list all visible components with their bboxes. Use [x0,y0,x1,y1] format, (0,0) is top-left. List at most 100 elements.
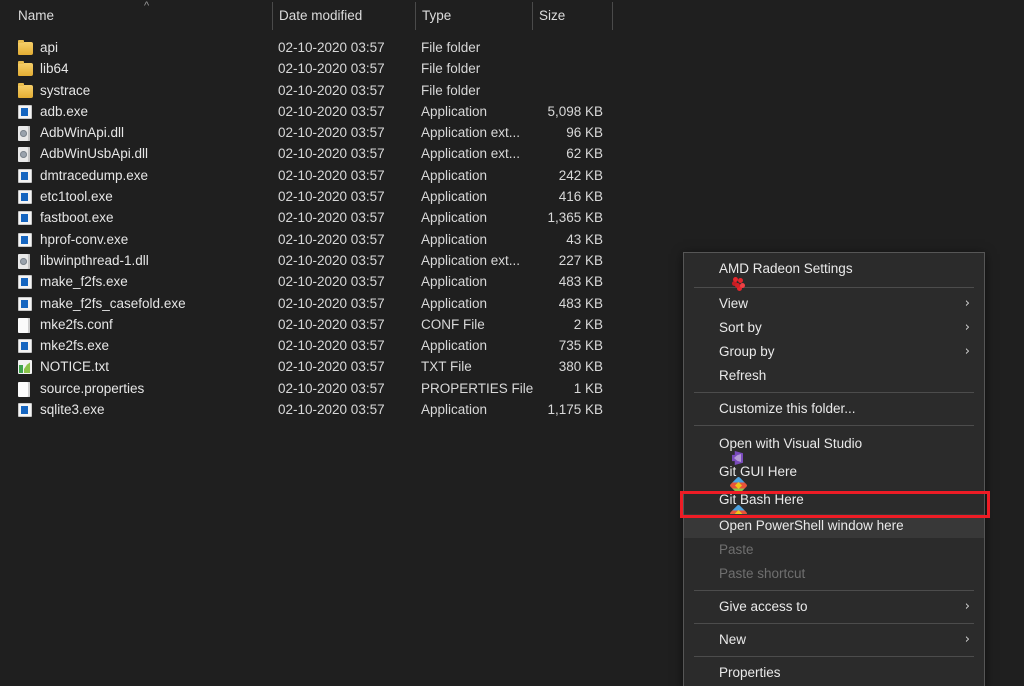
file-row[interactable]: systrace 02-10-2020 03:57 File folder [0,81,660,102]
menu-item-view[interactable]: View › [684,292,984,316]
dll-icon [18,147,33,163]
file-size: 2 KB [573,316,603,332]
column-header-type[interactable]: Type [422,8,451,23]
file-name: hprof-conv.exe [40,231,129,247]
file-date-modified: 02-10-2020 03:57 [278,189,385,205]
file-row[interactable]: hprof-conv.exe 02-10-2020 03:57 Applicatio… [0,230,660,251]
file-date-modified: 02-10-2020 03:57 [278,402,385,418]
file-name: etc1tool.exe [40,189,113,205]
file-row[interactable]: mke2fs.exe 02-10-2020 03:57 Application 735… [0,336,660,357]
menu-item-new[interactable]: New › [684,628,984,652]
file-size: 5,098 KB [547,103,603,119]
file-name: AdbWinUsbApi.dll [40,146,149,162]
menu-item-open-with-visual-studio[interactable]: Open with Visual Studio [684,430,984,458]
file-list: api 02-10-2020 03:57 File folder lib64 02-10… [0,38,660,421]
file-name: lib64 [40,61,69,77]
menu-item-properties[interactable]: Properties [684,661,984,685]
file-row[interactable]: fastboot.exe 02-10-2020 03:57 Application 1… [0,208,660,229]
menu-item-label: Open with Visual Studio [719,436,863,451]
menu-item-label: Give access to [719,599,808,614]
file-type: Application [421,338,488,354]
file-row[interactable]: libwinpthread-1.dll 02-10-2020 03:57 Appli… [0,251,660,272]
file-type: File folder [421,61,481,77]
menu-separator [694,590,974,591]
file-row[interactable]: source.properties 02-10-2020 03:57 PROPERT… [0,379,660,400]
file-date-modified: 02-10-2020 03:57 [278,252,385,268]
application-icon [18,403,33,418]
file-date-modified: 02-10-2020 03:57 [278,61,385,77]
column-divider[interactable] [415,2,416,30]
file-date-modified: 02-10-2020 03:57 [278,103,385,119]
file-row[interactable]: make_f2fs_casefold.exe 02-10-2020 03:57 Ap… [0,294,660,315]
file-name: make_f2fs.exe [40,274,128,290]
file-date-modified: 02-10-2020 03:57 [278,146,385,162]
application-icon [18,232,33,248]
file-date-modified: 02-10-2020 03:57 [278,125,385,141]
menu-item-group-by[interactable]: Group by › [684,340,984,364]
file-row[interactable]: adb.exe 02-10-2020 03:57 Application 5,098 … [0,102,660,123]
application-icon [18,104,33,120]
file-row[interactable]: api 02-10-2020 03:57 File folder [0,38,660,59]
file-row[interactable]: make_f2fs.exe 02-10-2020 03:57 Application… [0,272,660,293]
menu-item-label: New [719,632,747,647]
file-name: NOTICE.txt [40,359,110,375]
menu-item-label: Properties [719,665,781,680]
menu-item-sort-by[interactable]: Sort by › [684,316,984,340]
file-row[interactable]: NOTICE.txt 02-10-2020 03:57 TXT File 380 KB [0,357,660,378]
file-row[interactable]: etc1tool.exe 02-10-2020 03:57 Application 4… [0,187,660,208]
menu-item-paste-shortcut: Paste shortcut [684,562,984,586]
column-header-bar: ^ Name Date modified Type Size [0,0,1024,32]
file-name: fastboot.exe [40,210,114,226]
file-type: Application [421,189,488,205]
file-name: systrace [40,82,91,98]
column-header-name[interactable]: Name [18,8,54,23]
menu-item-refresh[interactable]: Refresh [684,364,984,388]
file-type: CONF File [421,316,485,332]
menu-item-label: Open PowerShell window here [719,518,904,533]
file-row[interactable]: AdbWinApi.dll 02-10-2020 03:57 Application… [0,123,660,144]
menu-item-git-bash-here[interactable]: Git Bash Here [684,486,984,514]
file-row[interactable]: dmtracedump.exe 02-10-2020 03:57 Applicati… [0,166,660,187]
menu-item-paste: Paste [684,538,984,562]
file-row[interactable]: sqlite3.exe 02-10-2020 03:57 Application 1,… [0,400,660,421]
column-divider[interactable] [612,2,613,30]
menu-item-label: Paste [719,542,754,557]
file-size: 1,365 KB [547,210,603,226]
menu-item-label: Paste shortcut [719,566,806,581]
file-size: 227 KB [558,252,603,268]
column-divider[interactable] [532,2,533,30]
menu-item-git-gui-here[interactable]: Git GUI Here [684,458,984,486]
menu-item-amd-radeon-settings[interactable]: AMD Radeon Settings [684,255,984,283]
menu-item-open-powershell-window-here[interactable]: Open PowerShell window here [684,514,984,538]
menu-item-label: AMD Radeon Settings [719,261,853,276]
menu-item-label: Group by [719,344,775,359]
column-header-date-modified[interactable]: Date modified [279,8,362,23]
file-size: 96 KB [566,125,603,141]
file-name: api [40,40,59,55]
menu-item-label: Refresh [719,368,767,383]
file-type: Application [421,231,488,247]
menu-item-customize-this-folder[interactable]: Customize this folder... [684,397,984,421]
file-type: TXT File [421,359,472,375]
file-name: make_f2fs_casefold.exe [40,295,186,311]
sort-ascending-icon: ^ [144,0,150,12]
chevron-right-icon: › [964,296,970,311]
menu-separator [694,392,974,393]
file-row[interactable]: AdbWinUsbApi.dll 02-10-2020 03:57 Applicat… [0,144,660,165]
application-icon [18,190,33,205]
file-date-modified: 02-10-2020 03:57 [278,338,385,354]
application-icon [18,211,33,226]
file-type: Application [421,167,488,183]
menu-item-label: Git Bash Here [719,492,804,507]
file-size: 242 KB [558,167,603,183]
menu-item-give-access-to[interactable]: Give access to › [684,595,984,619]
menu-item-label: View [719,296,749,311]
file-explorer-window: ^ Name Date modified Type Size api 02-10-… [0,0,1024,686]
file-row[interactable]: mke2fs.conf 02-10-2020 03:57 CONF File 2 KB [0,315,660,336]
file-row[interactable]: lib64 02-10-2020 03:57 File folder [0,59,660,80]
menu-item-label: Sort by [719,320,762,335]
column-divider[interactable] [272,2,273,30]
menu-separator [694,656,974,657]
column-header-size[interactable]: Size [539,8,565,23]
folder-icon [18,82,33,99]
